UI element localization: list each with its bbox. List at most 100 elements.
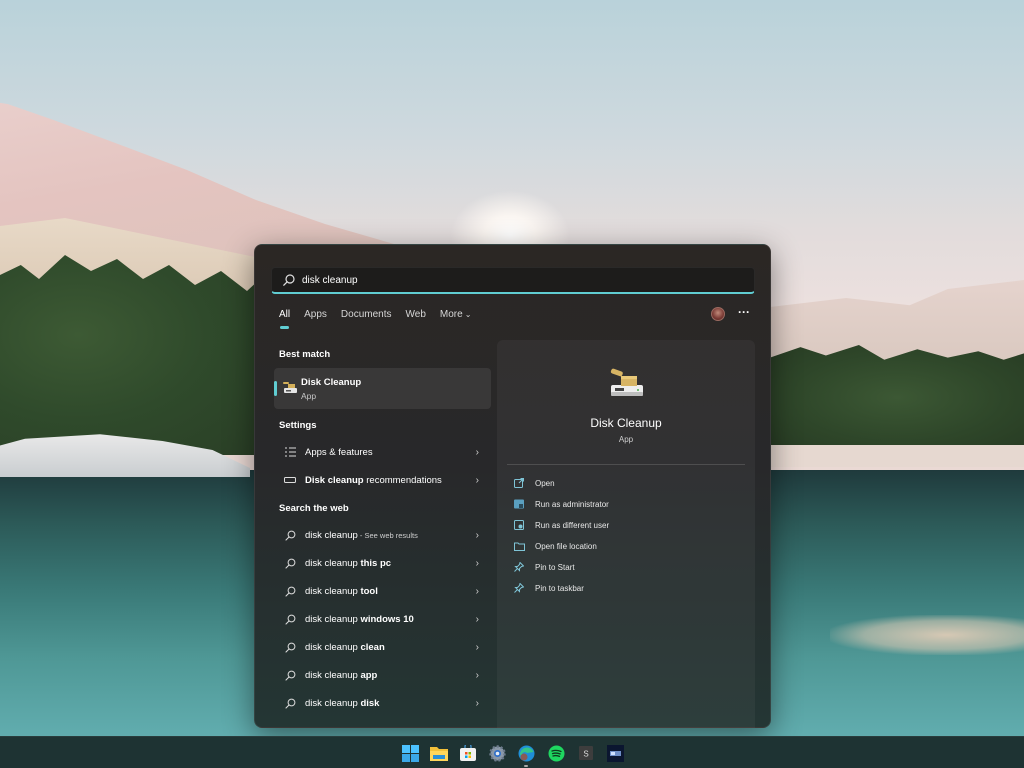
disk-cleanup-icon [283,382,297,393]
folder-icon [513,540,525,552]
wallpaper-trees-left [0,255,260,455]
web-suggestion-prefix: disk cleanup [305,613,361,625]
open-icon [513,477,525,489]
chevron-right-icon: › [475,446,479,458]
windows-start-icon[interactable] [401,744,419,762]
web-suggestion-item[interactable]: disk cleanup clean › [274,635,491,659]
search-icon [283,642,297,653]
action-label: Open file location [535,541,597,551]
preview-subtitle: App [618,435,634,444]
web-suggestion-item[interactable]: disk cleanup disk › [274,691,491,715]
drive-icon [283,477,297,483]
chevron-down-icon: ⌄ [464,310,472,319]
spotify-icon[interactable] [547,744,565,762]
action-label: Run as administrator [535,499,609,509]
search-flyout: All Apps Documents Web More⌄ ··· Best ma… [254,244,771,728]
web-suggestion-label: disk cleanup clean [305,642,385,653]
web-suggestion-item[interactable]: disk cleanup this pc › [274,551,491,575]
web-suggestion-label: disk cleanup app [305,670,377,681]
running-indicator [524,765,528,767]
best-match-type: App [301,391,317,401]
web-suggestion-suffix: tool [360,585,378,597]
search-input[interactable] [302,274,742,286]
wallpaper-reeds [830,615,1024,655]
store-icon[interactable] [459,744,477,762]
search-filter-tabs: All Apps Documents Web More ⌄ [279,309,485,329]
window-app-icon[interactable] [606,744,624,762]
tab-all[interactable]: All [279,309,290,329]
action-label: Run as different user [535,520,610,530]
tab-documents[interactable]: Documents [341,309,392,320]
tab-apps[interactable]: Apps [304,309,327,320]
user-avatar[interactable] [711,307,725,321]
web-suggestion-prefix: disk cleanup [305,585,361,597]
web-suggestion-prefix: disk cleanup [305,529,358,541]
settings-item-disk-cleanup-recommendations[interactable]: Disk cleanup recommendations › [274,468,491,492]
gear-icon[interactable] [488,744,506,762]
action-run-as-administrator[interactable]: Run as administrator [513,495,609,513]
action-label: Pin to Start [535,562,575,572]
preview-pane: Disk Cleanup App Open Run as administrat… [497,340,755,728]
search-icon [283,586,297,597]
web-suggestion-label: disk cleanup - See web results [305,530,418,541]
web-suggestion-prefix: disk cleanup [305,641,361,653]
more-options-icon[interactable]: ··· [738,305,750,319]
edge-icon[interactable] [517,744,535,762]
web-suggestion-prefix: disk cleanup [305,557,361,569]
web-suggestion-item[interactable]: disk cleanup windows 10 › [274,607,491,631]
settings-item-label-rest: recommendations [363,474,442,486]
action-open-file-location[interactable]: Open file location [513,537,597,555]
admin-shield-icon [513,498,525,510]
best-match-item[interactable]: Disk Cleanup App [274,368,491,409]
chevron-right-icon: › [475,557,479,569]
web-suggestion-label: disk cleanup windows 10 [305,614,414,625]
wallpaper-beach [770,445,1024,467]
settings-heading: Settings [279,420,317,431]
web-suggestion-label: disk cleanup disk [305,698,379,709]
tab-more-label: More [439,309,463,320]
taskbar: S [0,736,1024,768]
preview-divider [507,464,745,465]
search-box[interactable] [271,267,755,294]
pin-icon [513,561,525,573]
chevron-right-icon: › [475,641,479,653]
settings-item-label: Disk cleanup recommendations [305,475,442,486]
tab-web[interactable]: Web [406,309,426,320]
disk-cleanup-icon [610,368,643,396]
list-icon [283,447,297,457]
web-suggestion-prefix: disk cleanup [305,669,361,681]
action-pin-to-taskbar[interactable]: Pin to taskbar [513,579,584,597]
web-suggestion-suffix: clean [360,641,385,653]
pin-icon [513,582,525,594]
settings-item-apps-features[interactable]: Apps & features › [274,440,491,464]
best-match-heading: Best match [279,349,331,360]
selection-indicator [274,381,277,396]
search-icon [283,558,297,569]
chevron-right-icon: › [475,474,479,486]
action-open[interactable]: Open [513,474,555,492]
s-app-icon[interactable]: S [577,744,595,762]
s-app-label: S [583,750,588,759]
search-icon [283,274,295,286]
search-web-heading: Search the web [279,503,349,514]
action-pin-to-start[interactable]: Pin to Start [513,558,575,576]
preview-title: Disk Cleanup [590,416,662,430]
action-label: Pin to taskbar [535,583,584,593]
tab-more[interactable]: More ⌄ [440,309,472,320]
web-suggestion-label: disk cleanup tool [305,586,378,597]
settings-item-label-bold: Disk cleanup [305,474,364,486]
search-icon [283,698,297,709]
chevron-right-icon: › [475,613,479,625]
file-explorer-icon[interactable] [430,744,448,762]
web-suggestion-suffix: app [360,669,378,681]
wallpaper-trees-right [770,345,1024,450]
different-user-icon [513,519,525,531]
web-suggestion-item[interactable]: disk cleanup app › [274,663,491,687]
settings-item-label: Apps & features [305,446,373,458]
web-suggestion-prefix: disk cleanup [305,697,361,709]
web-suggestion-item[interactable]: disk cleanup tool › [274,579,491,603]
chevron-right-icon: › [475,697,479,709]
action-run-as-different-user[interactable]: Run as different user [513,516,609,534]
chevron-right-icon: › [475,585,479,597]
web-suggestion-item[interactable]: disk cleanup - See web results › [274,523,491,547]
